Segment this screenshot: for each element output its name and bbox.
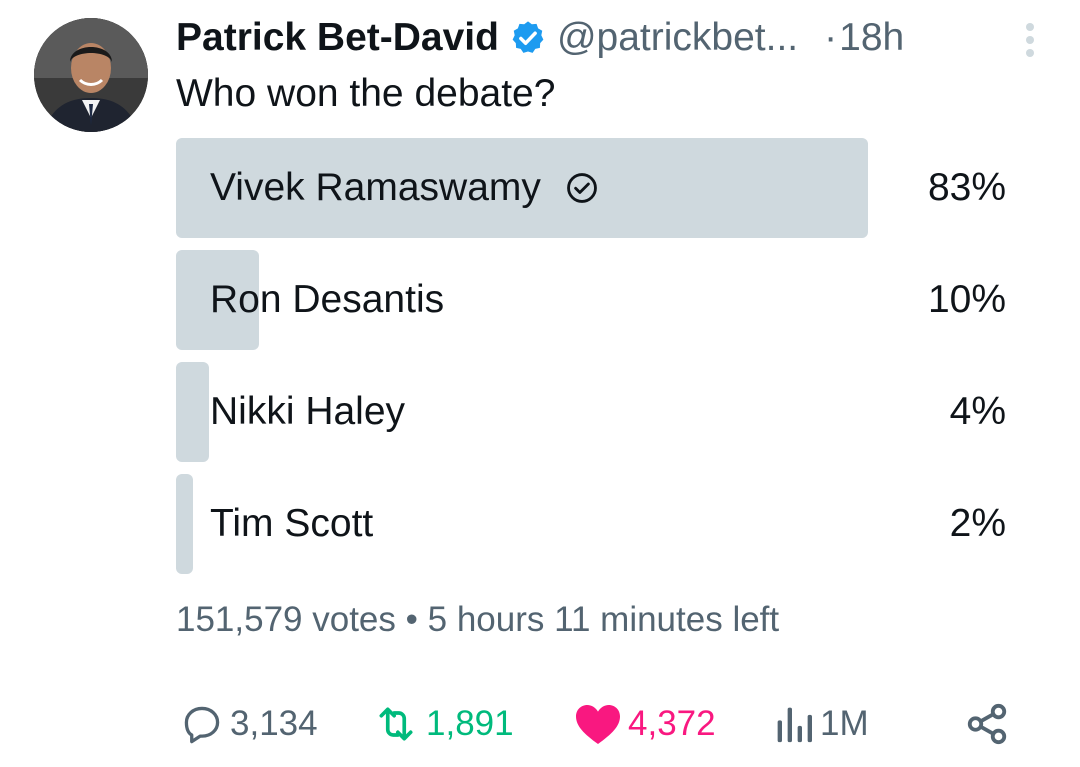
verified-badge-icon[interactable] — [509, 19, 547, 57]
poll-option-label: Tim Scott — [210, 502, 374, 545]
views-count: 1M — [820, 704, 869, 743]
poll-time-left: 5 hours 11 minutes left — [427, 600, 780, 639]
poll-result-bar — [176, 362, 210, 462]
repost-icon — [379, 707, 413, 741]
views-button[interactable]: 1M — [774, 696, 869, 752]
tweet-time[interactable]: 18h — [839, 16, 904, 60]
poll-option-percent: 4% — [949, 390, 1006, 433]
like-button[interactable]: 4,372 — [574, 696, 716, 752]
time-separator: · — [824, 16, 838, 59]
repost-button[interactable]: 1,891 — [372, 696, 514, 752]
poll-option[interactable]: Nikki Haley 4% — [176, 362, 1010, 462]
poll-option-label: Ron Desantis — [210, 278, 445, 321]
poll-option-label-wrap: Vivek Ramaswamy — [210, 138, 599, 238]
poll-option[interactable]: Ron Desantis 10% — [176, 250, 1010, 350]
avatar-photo — [34, 18, 148, 132]
poll: Vivek Ramaswamy 83% Ron Desantis 10% Nik… — [176, 138, 1010, 586]
action-bar: 3,134 1,891 4,372 1M — [176, 696, 1010, 752]
reply-button[interactable]: 3,134 — [180, 696, 318, 752]
poll-option-label: Vivek Ramaswamy — [210, 166, 541, 209]
reply-icon — [184, 706, 220, 744]
tweet-text: Who won the debate? — [176, 72, 556, 115]
more-options-icon[interactable] — [1024, 22, 1036, 58]
like-count: 4,372 — [628, 704, 716, 743]
poll-option[interactable]: Vivek Ramaswamy 83% — [176, 138, 1010, 238]
poll-meta: 151,579 votes • 5 hours 11 minutes left — [176, 600, 779, 640]
tweet-header: Patrick Bet-David @patrickbet... · 18h — [176, 10, 1040, 66]
poll-option-percent: 2% — [949, 502, 1006, 545]
author-name[interactable]: Patrick Bet-David — [176, 16, 499, 60]
reply-count: 3,134 — [230, 704, 318, 743]
heart-icon — [576, 705, 620, 744]
poll-option[interactable]: Tim Scott 2% — [176, 474, 1010, 574]
repost-count: 1,891 — [426, 704, 514, 743]
poll-meta-separator: • — [405, 600, 418, 639]
poll-option-label-wrap: Nikki Haley — [210, 362, 405, 462]
poll-option-label-wrap: Ron Desantis — [210, 250, 444, 350]
views-chart-icon — [777, 707, 812, 743]
poll-vote-count: 151,579 votes — [176, 600, 396, 639]
avatar[interactable] — [34, 18, 148, 132]
share-button[interactable] — [964, 696, 1010, 752]
poll-result-bar — [176, 474, 193, 574]
poll-option-percent: 83% — [927, 166, 1006, 209]
poll-option-percent: 10% — [927, 278, 1006, 321]
author-handle[interactable]: @patrickbet... — [557, 16, 798, 60]
share-icon — [967, 703, 1007, 745]
poll-option-label: Nikki Haley — [210, 390, 406, 433]
check-circle-icon — [567, 173, 597, 203]
poll-option-label-wrap: Tim Scott — [210, 474, 373, 574]
